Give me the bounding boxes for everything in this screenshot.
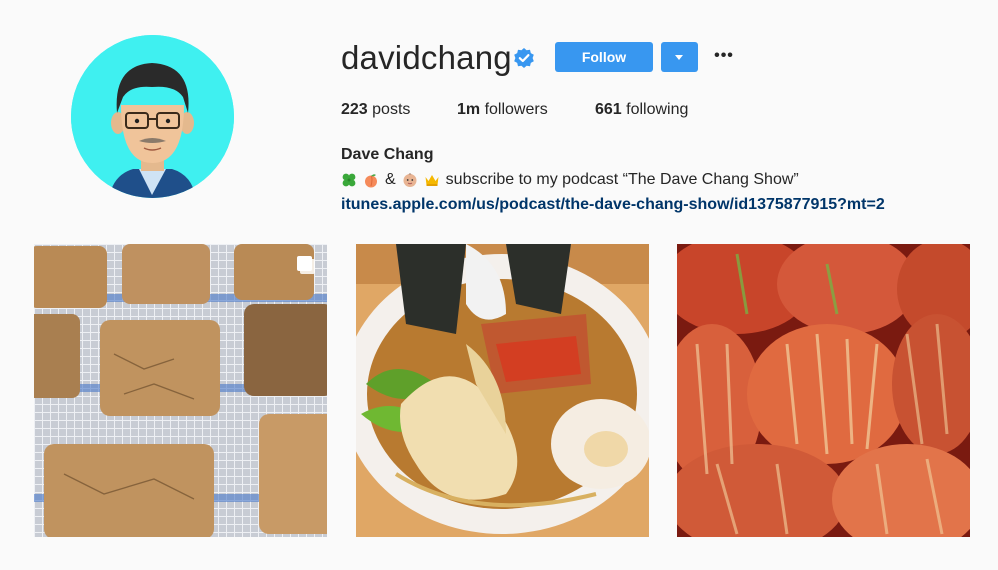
peach-icon: [363, 172, 379, 188]
bio-ampersand: &: [385, 171, 396, 188]
verified-badge-icon: [513, 47, 535, 69]
baby-face-icon: [402, 172, 418, 188]
posts-label: posts: [367, 101, 411, 118]
following-stat[interactable]: 661 following: [595, 100, 688, 120]
follow-button[interactable]: Follow: [555, 42, 653, 72]
ramen-photo: [356, 244, 649, 537]
profile-page: davidchang Follow ••• 223 posts 1m follo…: [0, 0, 998, 570]
suggested-accounts-dropdown-button[interactable]: [661, 42, 698, 72]
kimchi-photo: [677, 244, 970, 537]
bio-text: subscribe to my podcast “The Dave Chang …: [445, 171, 799, 188]
bio-link[interactable]: itunes.apple.com/us/podcast/the-dave-cha…: [341, 195, 885, 215]
chevron-down-icon: [675, 55, 683, 60]
following-label: following: [621, 101, 689, 118]
following-count: 661: [595, 101, 622, 118]
full-name: Dave Chang: [341, 146, 434, 163]
bio: & subscribe to my podcast “The Dave Chan…: [341, 170, 799, 190]
multiple-photos-icon: [294, 253, 318, 277]
crown-icon: [424, 172, 440, 188]
posts-stat: 223 posts: [341, 100, 410, 120]
more-options-icon[interactable]: •••: [713, 47, 735, 65]
avatar[interactable]: [71, 35, 234, 198]
followers-stat[interactable]: 1m followers: [457, 100, 548, 120]
posts-count: 223: [341, 101, 368, 118]
avatar-illustration: [71, 35, 234, 198]
crackers-photo: [34, 244, 327, 537]
username: davidchang: [341, 39, 512, 76]
followers-label: followers: [480, 101, 548, 118]
four-leaf-clover-icon: [341, 172, 357, 188]
post-thumbnail[interactable]: [356, 244, 649, 537]
post-thumbnail[interactable]: [677, 244, 970, 537]
post-thumbnail[interactable]: [34, 244, 327, 537]
followers-count: 1m: [457, 101, 481, 118]
